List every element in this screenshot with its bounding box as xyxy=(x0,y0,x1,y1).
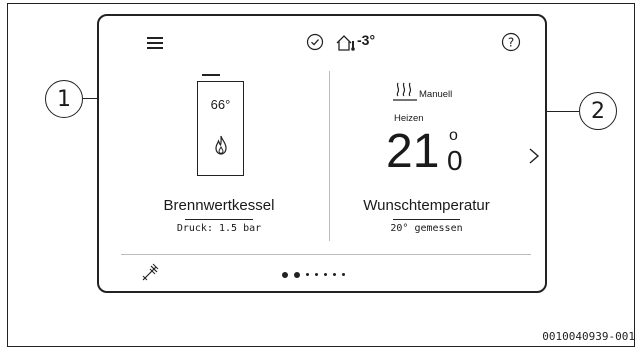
next-page-button[interactable] xyxy=(527,146,541,166)
controller-screen: -3° ? 66° Brennwertkessel Druck: 1.5 bar xyxy=(97,14,547,293)
callout-1-label: 1 xyxy=(57,86,71,112)
help-icon: ? xyxy=(501,32,521,52)
heating-panel[interactable]: Manuell Heizen 21 o 0 Wunschtemperatur 2… xyxy=(339,71,519,241)
chimney-sweep-button[interactable] xyxy=(141,262,159,282)
svg-text:?: ? xyxy=(508,36,514,50)
menu-icon xyxy=(147,37,163,49)
boiler-pressure: Druck: 1.5 bar xyxy=(176,223,262,234)
chimney-sweep-icon xyxy=(142,263,159,281)
page-dot[interactable] xyxy=(342,273,345,277)
heating-measured: 20° gemessen xyxy=(390,223,463,234)
page-dot[interactable] xyxy=(324,273,327,277)
page-dot[interactable] xyxy=(306,273,309,277)
figure-id: 0010040939-001 xyxy=(542,330,635,343)
boiler-title-underline xyxy=(185,219,253,220)
callout-2-label: 2 xyxy=(591,98,605,124)
menu-button[interactable] xyxy=(146,34,164,50)
callout-2: 2 xyxy=(579,92,617,130)
check-circle-icon xyxy=(306,33,324,51)
page-dot[interactable] xyxy=(294,271,300,278)
bottom-divider xyxy=(121,254,531,255)
outdoor-temperature[interactable]: -3° xyxy=(335,30,395,52)
flame-icon xyxy=(215,135,227,155)
callout-1: 1 xyxy=(45,80,83,118)
setpoint-decimal: 0 xyxy=(447,145,463,176)
status-ok-button[interactable] xyxy=(306,33,324,51)
boiler-panel[interactable]: 66° Brennwertkessel Druck: 1.5 bar xyxy=(119,71,319,241)
setpoint-degree: o xyxy=(449,127,458,144)
page-indicator[interactable] xyxy=(279,266,379,280)
heating-title: Wunschtemperatur xyxy=(363,197,490,214)
boiler-icon: 66° xyxy=(197,81,244,176)
heating-title-underline xyxy=(393,219,460,220)
boiler-title: Brennwertkessel xyxy=(163,197,275,214)
setpoint-integer: 21 xyxy=(386,125,440,178)
page-dot[interactable] xyxy=(333,273,336,277)
page-dot[interactable] xyxy=(315,273,318,277)
heating-mode: Manuell xyxy=(419,89,453,100)
boiler-icon-top xyxy=(202,74,220,76)
setpoint-display[interactable]: 21 o 0 xyxy=(386,123,486,183)
heat-waves-icon xyxy=(393,82,417,101)
boiler-temperature: 66° xyxy=(210,97,231,112)
chevron-right-icon xyxy=(529,148,540,164)
panel-divider xyxy=(329,71,330,241)
help-button[interactable]: ? xyxy=(501,32,521,52)
house-thermometer-icon xyxy=(336,35,355,51)
page-dot[interactable] xyxy=(282,271,288,278)
outdoor-temperature-value: -3° xyxy=(357,32,376,48)
